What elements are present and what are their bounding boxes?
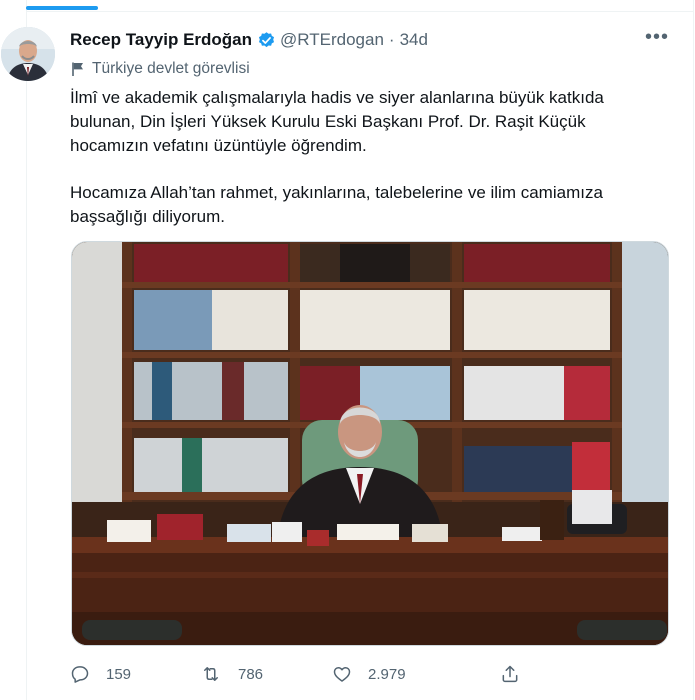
separator-dot: · — [388, 30, 395, 49]
heart-icon — [333, 667, 351, 682]
active-tab-indicator — [26, 6, 98, 10]
comment-icon — [71, 666, 89, 683]
author-handle[interactable]: @RTErdogan — [280, 30, 384, 50]
author-name[interactable]: Recep Tayyip Erdoğan — [70, 30, 252, 50]
reply-button[interactable]: 159 — [70, 664, 200, 684]
like-button[interactable]: 2.979 — [332, 664, 500, 684]
reply-count: 159 — [106, 665, 132, 683]
retweet-button[interactable]: 786 — [200, 664, 332, 684]
share-icon — [502, 665, 518, 683]
retweet-count: 786 — [238, 665, 264, 683]
tweet-timestamp[interactable]: 34d — [400, 30, 428, 50]
share-button[interactable] — [500, 664, 536, 684]
more-dots-icon[interactable]: ••• — [645, 27, 669, 47]
tweet-paragraph: İlmî ve akademik çalışmalarıyla hadis ve… — [70, 88, 604, 155]
like-count: 2.979 — [368, 665, 406, 683]
tweet-photo[interactable] — [71, 241, 669, 646]
avatar[interactable] — [1, 27, 55, 81]
tweet-paragraph: Hocamıza Allah’tan rahmet, yakınlarına, … — [70, 183, 603, 226]
tweet-header: Recep Tayyip Erdoğan @RTErdogan · 34d — [70, 29, 665, 51]
tweet-text: İlmî ve akademik çalışmalarıyla hadis ve… — [70, 86, 660, 252]
divider — [26, 11, 694, 12]
retweet-icon — [204, 667, 218, 681]
verified-badge-icon — [257, 31, 276, 50]
account-label: Türkiye devlet görevlisi — [70, 59, 250, 79]
tweet-actions: 159 786 2.979 — [70, 660, 590, 688]
flag-icon — [72, 62, 83, 76]
account-label-text: Türkiye devlet görevlisi — [92, 60, 250, 77]
